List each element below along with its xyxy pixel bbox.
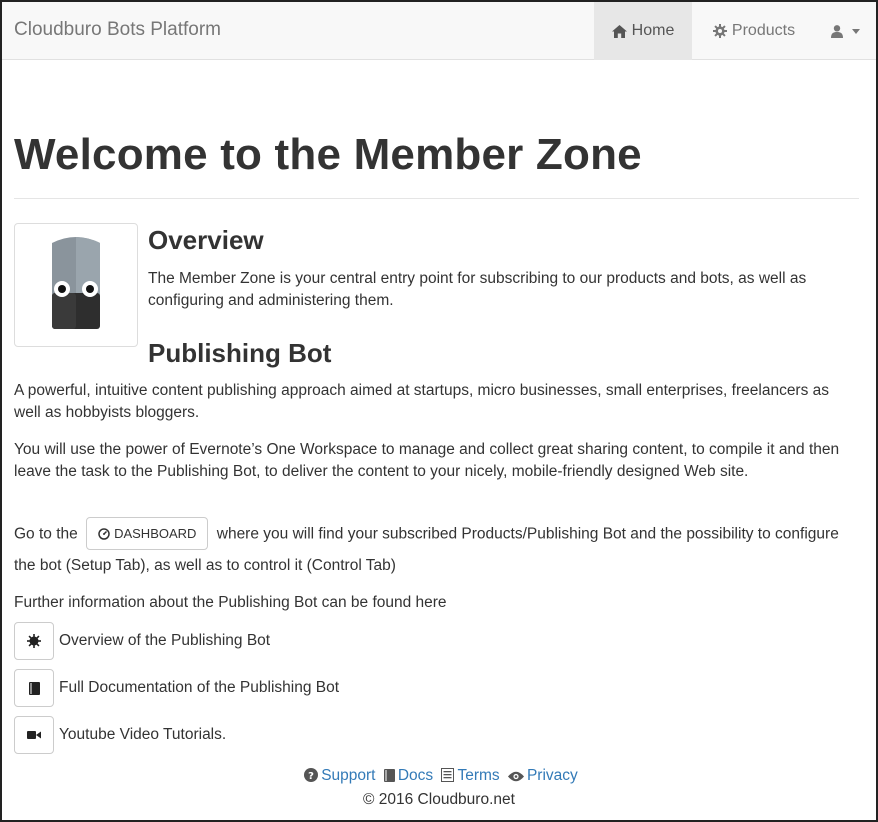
user-menu-dropdown[interactable] [814, 2, 876, 60]
footer-privacy-link[interactable]: Privacy [527, 767, 578, 784]
publishing-bot-intro: A powerful, intuitive content publishing… [14, 382, 830, 421]
question-circle-icon: ? [304, 768, 319, 782]
footer-copyright: © 2016 Cloudburo.net [363, 791, 515, 808]
nav-home-label: Home [631, 22, 675, 39]
goto-prefix: Go to the [14, 525, 78, 543]
list-item-label[interactable]: Youtube Video Tutorials. [59, 726, 226, 744]
page-title: Welcome to the Member Zone [14, 130, 642, 179]
publishing-bot-description: You will use the power of Evernote’s One… [14, 441, 840, 480]
chevron-down-icon [851, 28, 860, 34]
book-icon [28, 681, 40, 695]
book-icon [383, 769, 395, 782]
svg-text:?: ? [308, 771, 314, 782]
title-divider [14, 198, 859, 199]
footer-docs-link[interactable]: Docs [398, 767, 433, 784]
list-alt-icon [441, 768, 455, 782]
list-item-video-tutorials[interactable]: Youtube Video Tutorials. [14, 716, 226, 754]
certificate-icon-button[interactable] [14, 622, 54, 660]
certificate-icon [27, 634, 41, 648]
eye-icon [507, 771, 524, 782]
further-info-text: Further information about the Publishing… [14, 594, 447, 611]
nav-products-label: Products [731, 22, 796, 39]
home-icon [611, 24, 627, 38]
user-icon [830, 24, 843, 38]
book-icon-button[interactable] [14, 669, 54, 707]
footer-terms-link[interactable]: Terms [457, 767, 499, 784]
browser-frame: Cloudburo Bots Platform Home Products We… [0, 0, 878, 822]
overview-heading: Overview [148, 225, 264, 255]
robot-image [52, 237, 100, 329]
gear-icon [712, 24, 727, 38]
nav-home[interactable]: Home [594, 2, 692, 60]
publishing-bot-heading: Publishing Bot [148, 338, 332, 368]
footer-links: ? Support Docs Terms Privacy [2, 767, 876, 785]
navbar: Cloudburo Bots Platform Home Products [2, 2, 876, 60]
navbar-brand[interactable]: Cloudburo Bots Platform [14, 19, 221, 41]
dashboard-icon [98, 527, 110, 540]
list-item-label[interactable]: Full Documentation of the Publishing Bot [59, 679, 339, 697]
list-item-label[interactable]: Overview of the Publishing Bot [59, 632, 270, 650]
dashboard-button[interactable]: DASHBOARD [86, 517, 209, 550]
video-camera-icon-button[interactable] [14, 716, 54, 754]
nav-products[interactable]: Products [694, 2, 814, 60]
dashboard-paragraph: Go to the DASHBOARD where you will find … [14, 517, 859, 581]
list-item-documentation[interactable]: Full Documentation of the Publishing Bot [14, 669, 339, 707]
overview-text: The Member Zone is your central entry po… [148, 270, 807, 309]
video-camera-icon [27, 731, 41, 739]
robot-avatar [14, 223, 138, 347]
list-item-overview[interactable]: Overview of the Publishing Bot [14, 622, 270, 660]
footer-support-link[interactable]: Support [321, 767, 375, 784]
dashboard-button-label: DASHBOARD [114, 525, 197, 541]
